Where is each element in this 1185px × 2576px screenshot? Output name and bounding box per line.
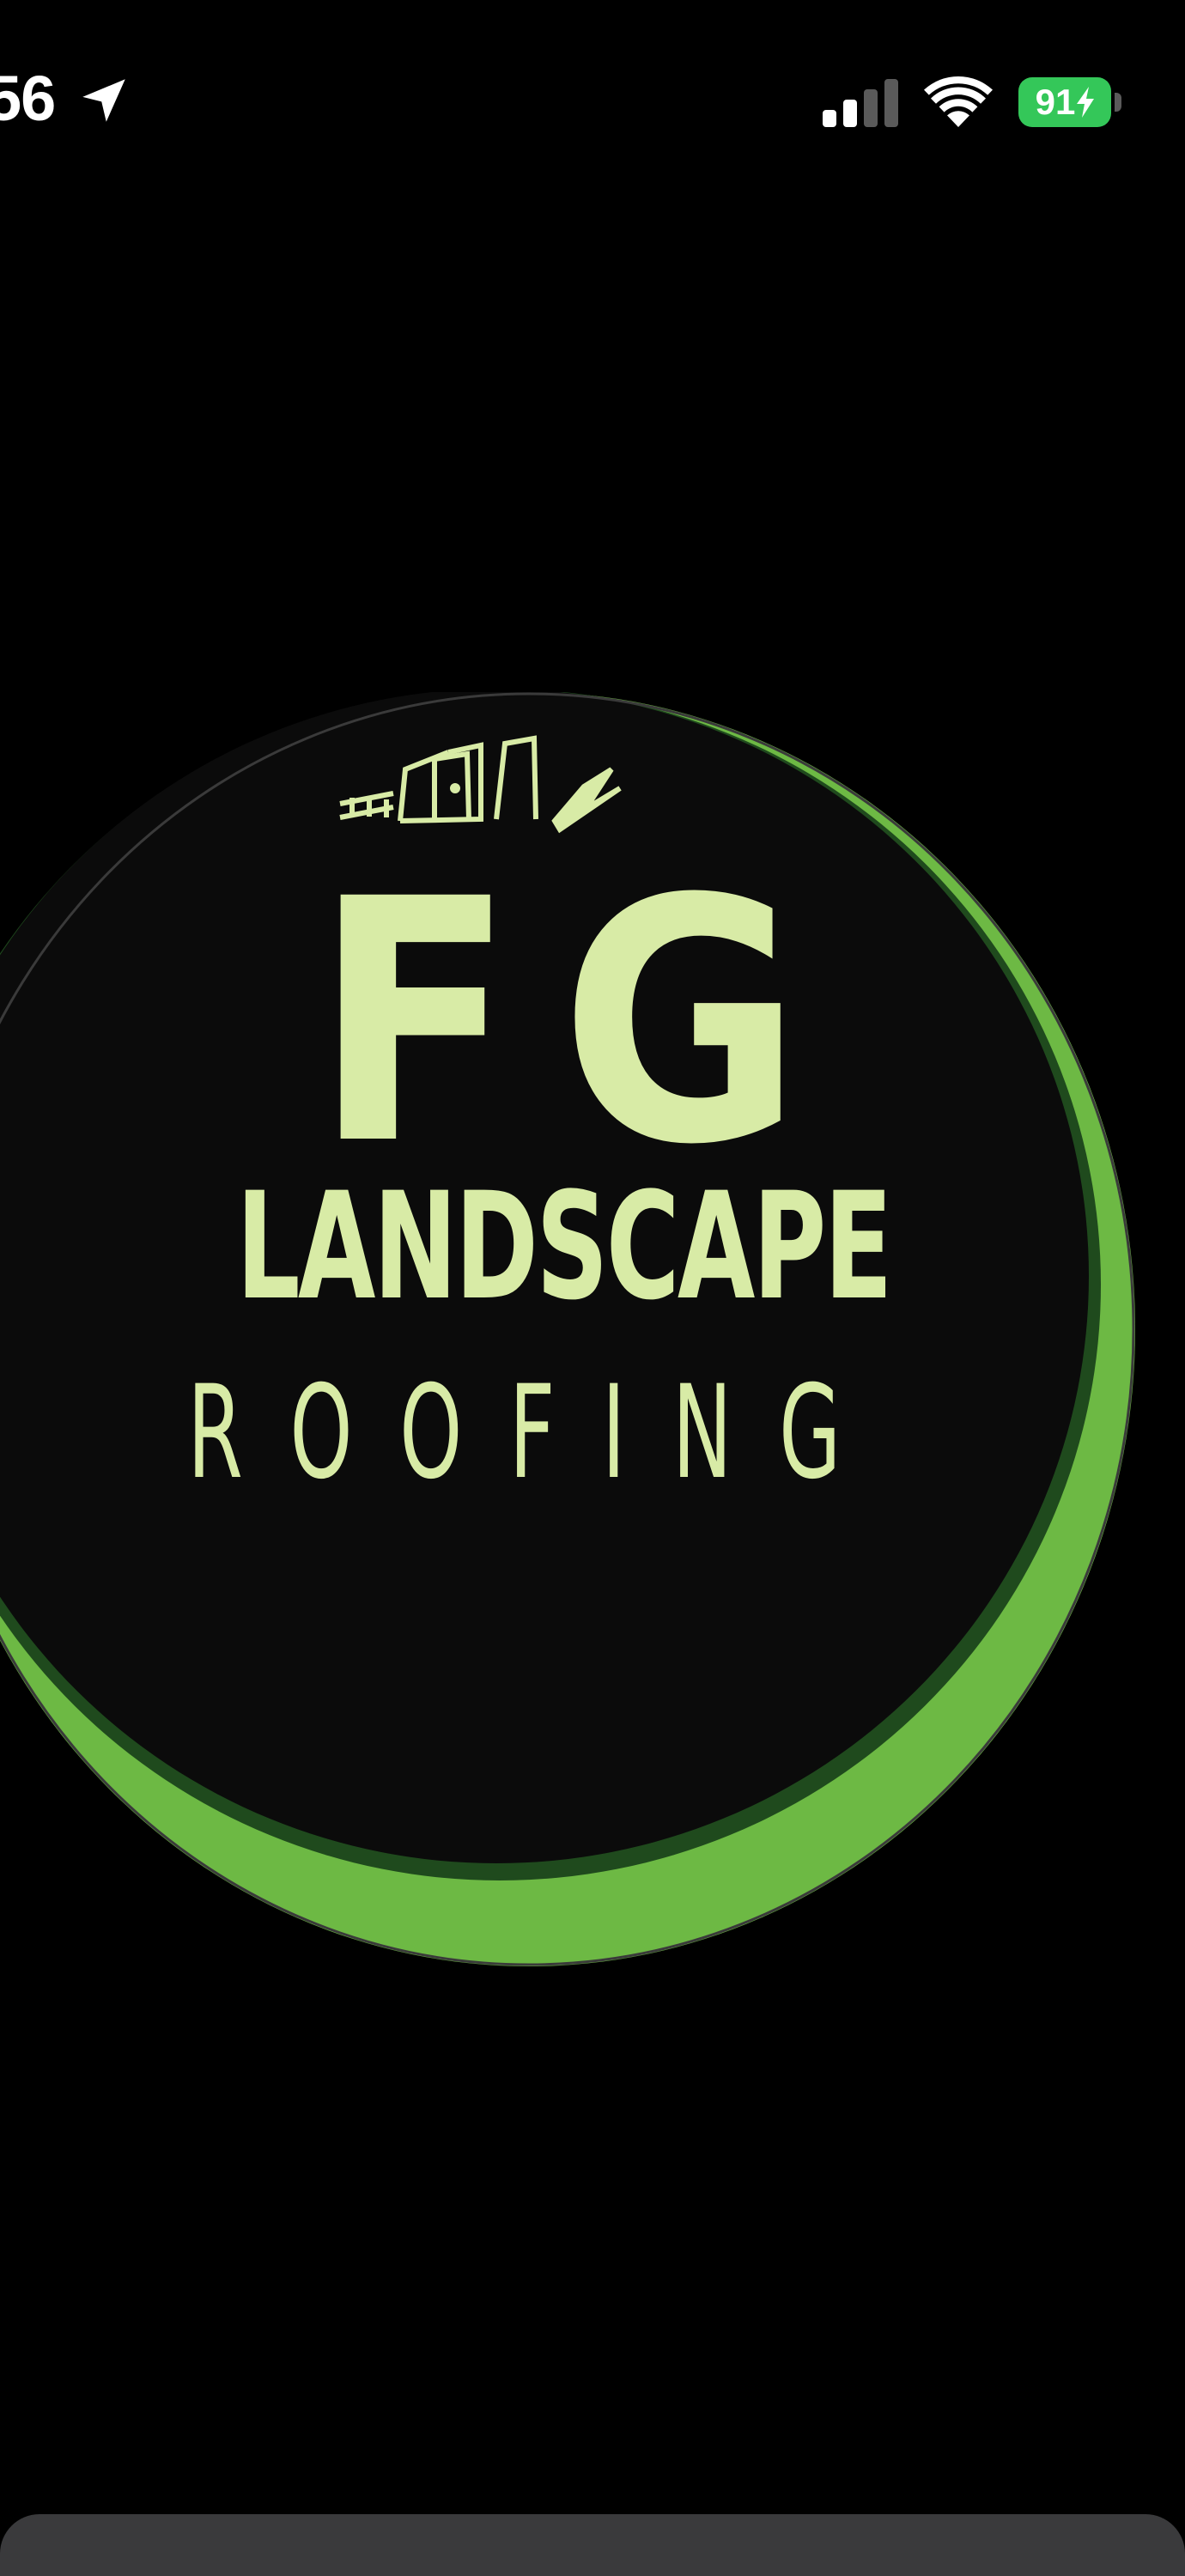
battery-level: 91 [1035, 82, 1076, 122]
battery-cap [1115, 93, 1121, 112]
status-bar: 56 91 [0, 0, 1185, 197]
logo-line-roofing: ROOFING [187, 1358, 888, 1508]
bottom-sheet-handle-area[interactable] [0, 2514, 1185, 2576]
logo-line-fg: FG [313, 828, 848, 1218]
business-logo-image: FG LANDSCAPE ROOFING [0, 692, 1135, 1966]
battery-indicator: 91 [1018, 77, 1111, 127]
cellular-signal-icon [823, 79, 898, 127]
location-arrow-icon [82, 79, 125, 122]
wifi-icon [924, 76, 993, 127]
screen: 56 91 FG LANDSCAPE ROOFING [0, 0, 1185, 2576]
status-time: 56 [0, 63, 56, 134]
charging-bolt-icon [1077, 87, 1095, 118]
logo-line-landscape: LANDSCAPE [236, 1160, 892, 1333]
